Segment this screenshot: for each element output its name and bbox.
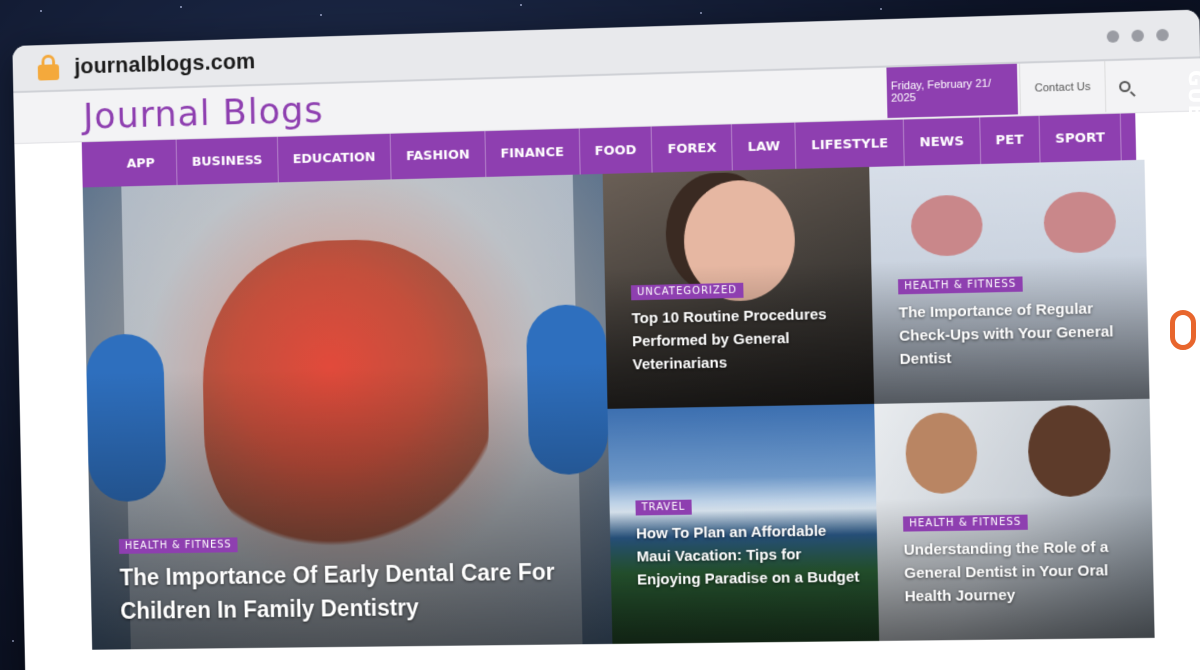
post-title[interactable]: Understanding the Role of a General Dent… <box>903 535 1140 608</box>
lock-icon <box>37 54 60 81</box>
post-title[interactable]: How To Plan an Affordable Maui Vacation:… <box>636 519 864 591</box>
featured-post-b[interactable]: HEALTH & FITNESS The Importance of Regul… <box>869 159 1150 404</box>
site-logo[interactable]: Journal Blogs <box>83 90 324 137</box>
nav-item-app[interactable]: APP <box>81 139 178 188</box>
nav-item-food[interactable]: FOOD <box>579 126 653 175</box>
url-text[interactable]: journalblogs.com <box>74 48 255 79</box>
nav-item-law[interactable]: LAW <box>732 122 797 171</box>
nav-item-forex[interactable]: FOREX <box>652 124 734 173</box>
window-dot-icon[interactable] <box>1106 30 1120 43</box>
nav-item-business[interactable]: BUSINESS <box>176 136 279 185</box>
post-title[interactable]: The Importance of Regular Check-Ups with… <box>898 296 1130 371</box>
nav-item-lifestyle[interactable]: LIFESTYLE <box>795 119 905 169</box>
nav-item-fashion[interactable]: FASHION <box>390 131 486 180</box>
category-badge[interactable]: HEALTH & FITNESS <box>897 276 1023 295</box>
featured-post-c[interactable]: TRAVEL How To Plan an Affordable Maui Va… <box>607 403 880 644</box>
nav-item-sport[interactable]: SPORT <box>1039 113 1122 163</box>
window-dot-icon[interactable] <box>1131 29 1145 43</box>
guestpostlinks-watermark: GUESTPOSTLINKS <box>1150 70 1200 370</box>
post-title[interactable]: Top 10 Routine Procedures Performed by G… <box>631 302 854 376</box>
featured-post-d[interactable]: HEALTH & FITNESS Understanding the Role … <box>874 398 1155 641</box>
window-dot-icon[interactable] <box>1156 28 1169 42</box>
featured-post-main[interactable]: HEALTH & FITNESS The Importance Of Early… <box>82 173 613 650</box>
search-button[interactable] <box>1105 60 1143 112</box>
site-content: Journal Blogs Friday, February 21/ 2025 … <box>13 58 1200 670</box>
category-badge[interactable]: TRAVEL <box>635 499 692 516</box>
browser-window: journalblogs.com Journal Blogs Friday, F… <box>12 9 1200 670</box>
category-badge[interactable]: UNCATEGORIZED <box>630 282 744 301</box>
nav-item-finance[interactable]: FINANCE <box>485 128 581 177</box>
window-controls[interactable] <box>1106 28 1169 43</box>
search-icon <box>1118 80 1131 92</box>
contact-link[interactable]: Contact Us <box>1018 61 1107 115</box>
category-badge[interactable]: HEALTH & FITNESS <box>118 537 238 554</box>
watermark-text: GUESTPOSTLINKS <box>1184 70 1200 285</box>
nav-item-education[interactable]: EDUCATION <box>277 133 392 183</box>
category-badge[interactable]: HEALTH & FITNESS <box>902 514 1028 532</box>
date-display: Friday, February 21/ 2025 <box>886 63 1019 119</box>
link-icon <box>1170 310 1196 350</box>
nav-item-news[interactable]: NEWS <box>903 117 981 167</box>
nav-item-pet[interactable]: PET <box>979 115 1041 165</box>
post-title[interactable]: The Importance Of Early Dental Care For … <box>119 554 572 627</box>
featured-post-a[interactable]: UNCATEGORIZED Top 10 Routine Procedures … <box>602 166 875 409</box>
featured-grid: HEALTH & FITNESS The Importance Of Early… <box>82 159 1155 650</box>
